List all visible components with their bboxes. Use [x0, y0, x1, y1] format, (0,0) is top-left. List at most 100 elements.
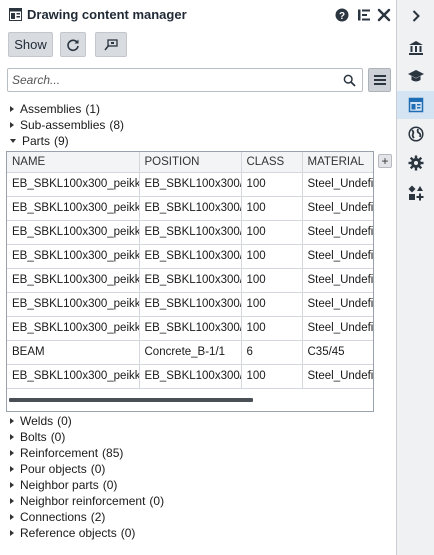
tree-item-reference-objects[interactable]: Reference objects (0) [10, 525, 135, 541]
tree-item-bolts[interactable]: Bolts (0) [10, 429, 65, 445]
column-header-name[interactable]: NAME [7, 152, 140, 173]
cell-name: EB_SBKL100x300_peikko [7, 268, 140, 293]
tree-item-label: Neighbor parts [20, 478, 99, 492]
caret-right-icon[interactable] [10, 498, 14, 504]
tree-item-count: (2) [90, 510, 106, 524]
table-row[interactable]: EB_SBKL100x300_peikko EB_SBKL100x300/1 1… [7, 364, 373, 389]
caret-right-icon[interactable] [10, 530, 14, 536]
drawing-content-icon [408, 97, 423, 113]
cell-position: EB_SBKL100x300/1 [139, 364, 242, 389]
tree-item-reinforcement[interactable]: Reinforcement (85) [10, 445, 123, 461]
learning-button[interactable] [397, 62, 434, 90]
caret-down-icon[interactable] [10, 139, 16, 143]
caret-right-icon[interactable] [10, 482, 14, 488]
tree-item-count: (1) [85, 102, 101, 116]
tree-item-label: Welds [20, 414, 54, 428]
cell-material: Steel_Undefined [302, 268, 373, 293]
tree-item-label: Connections [20, 510, 87, 524]
cell-position: EB_SBKL100x300/1 [139, 172, 242, 197]
cell-material: C35/45 [302, 340, 373, 365]
side-pane-toolbar [397, 0, 434, 555]
tree-item-count: (0) [50, 430, 66, 444]
tree-item-welds[interactable]: Welds (0) [10, 413, 72, 429]
drawing-content-button[interactable] [397, 91, 434, 119]
column-header-position[interactable]: POSITION [139, 152, 242, 173]
tree-item-label: Reinforcement [20, 446, 99, 460]
add-column-button[interactable]: + [378, 154, 392, 168]
tree-item-count: (0) [149, 494, 165, 508]
caret-right-icon[interactable] [10, 450, 14, 456]
cell-class: 100 [241, 316, 303, 341]
caret-right-icon[interactable] [10, 434, 14, 440]
table-row[interactable]: EB_SBKL100x300_peikko EB_SBKL100x300/1 1… [7, 172, 373, 197]
cell-position: EB_SBKL100x300/1 [139, 196, 242, 221]
cell-class: 100 [241, 196, 303, 221]
tree-item-assemblies[interactable]: Assemblies (1) [10, 101, 100, 117]
scrollbar-thumb[interactable] [9, 398, 253, 402]
cell-position: EB_SBKL100x300/1 [139, 220, 242, 245]
cell-position: EB_SBKL100x300/1 [139, 244, 242, 269]
cell-material: Steel_Undefined [302, 196, 373, 221]
help-icon[interactable]: ? [334, 7, 350, 23]
search-input[interactable] [12, 71, 332, 89]
table-row[interactable]: EB_SBKL100x300_peikko EB_SBKL100x300/1 1… [7, 196, 373, 221]
settings-icon [408, 155, 423, 171]
collapse-side-pane-button[interactable] [397, 2, 434, 30]
cell-name: EB_SBKL100x300_peikko [7, 316, 140, 341]
refresh-button[interactable] [60, 32, 86, 57]
search-icon[interactable] [343, 74, 356, 87]
tree-item-sub-assemblies[interactable]: Sub-assemblies (8) [10, 117, 124, 133]
cell-class: 6 [241, 340, 303, 365]
column-header-material[interactable]: MATERIAL [302, 152, 373, 173]
column-header-class[interactable]: CLASS [241, 152, 303, 173]
tree-item-pour-objects[interactable]: Pour objects (0) [10, 461, 105, 477]
caret-right-icon[interactable] [10, 418, 14, 424]
tree-item-connections[interactable]: Connections (2) [10, 509, 105, 525]
hamburger-icon [374, 75, 386, 77]
tree-item-neighbor-parts[interactable]: Neighbor parts (0) [10, 477, 117, 493]
cell-name: BEAM [7, 340, 140, 365]
cell-position: Concrete_B-1/1 [139, 340, 242, 365]
panel-toolbar: Show [0, 31, 397, 59]
table-row[interactable]: EB_SBKL100x300_peikko EB_SBKL100x300/1 1… [7, 292, 373, 317]
cell-name: EB_SBKL100x300_peikko [7, 220, 140, 245]
settings-button[interactable] [397, 149, 434, 177]
tree-item-parts[interactable]: Parts (9) [10, 133, 69, 149]
cell-class: 100 [241, 172, 303, 197]
catalog-icon [408, 41, 423, 55]
tree-item-label: Parts [22, 134, 51, 148]
dock-icon[interactable] [356, 7, 372, 23]
catalog-button[interactable] [397, 34, 434, 62]
cell-position: EB_SBKL100x300/1 [139, 292, 242, 317]
globe-button[interactable] [397, 120, 434, 148]
tree-item-label: Sub-assemblies [20, 118, 106, 132]
tree-item-label: Assemblies [20, 102, 82, 116]
close-icon[interactable] [376, 7, 392, 23]
chevron-right-icon [412, 10, 420, 22]
parts-table: NAME POSITION CLASS MATERIAL EB_SBKL100x… [6, 151, 374, 412]
cell-material: Steel_Undefined [302, 292, 373, 317]
caret-right-icon[interactable] [10, 514, 14, 520]
cell-class: 100 [241, 268, 303, 293]
tree-item-count: (8) [109, 118, 125, 132]
select-in-model-button[interactable] [95, 32, 127, 57]
table-row[interactable]: EB_SBKL100x300_peikko EB_SBKL100x300/1 1… [7, 244, 373, 269]
caret-right-icon[interactable] [10, 466, 14, 472]
horizontal-scrollbar[interactable] [7, 395, 373, 403]
table-row[interactable]: BEAM Concrete_B-1/1 6 C35/45 [7, 340, 373, 365]
tree-item-label: Reference objects [20, 526, 117, 540]
table-row[interactable]: EB_SBKL100x300_peikko EB_SBKL100x300/1 1… [7, 316, 373, 341]
caret-right-icon[interactable] [10, 122, 14, 128]
tree-item-label: Neighbor reinforcement [20, 494, 146, 508]
table-row[interactable]: EB_SBKL100x300_peikko EB_SBKL100x300/1 1… [7, 220, 373, 245]
drawing-content-manager-panel: Drawing content manager ? Show Search...… [0, 0, 397, 555]
tree-item-neighbor-reinforcement[interactable]: Neighbor reinforcement (0) [10, 493, 164, 509]
options-menu-button[interactable] [368, 68, 391, 92]
cell-material: Steel_Undefined [302, 172, 373, 197]
components-button[interactable] [397, 179, 434, 207]
caret-right-icon[interactable] [10, 106, 14, 112]
table-row[interactable]: EB_SBKL100x300_peikko EB_SBKL100x300/1 1… [7, 268, 373, 293]
show-button[interactable]: Show [8, 32, 53, 57]
svg-text:?: ? [339, 11, 345, 22]
cell-material: Steel_Undefined [302, 244, 373, 269]
